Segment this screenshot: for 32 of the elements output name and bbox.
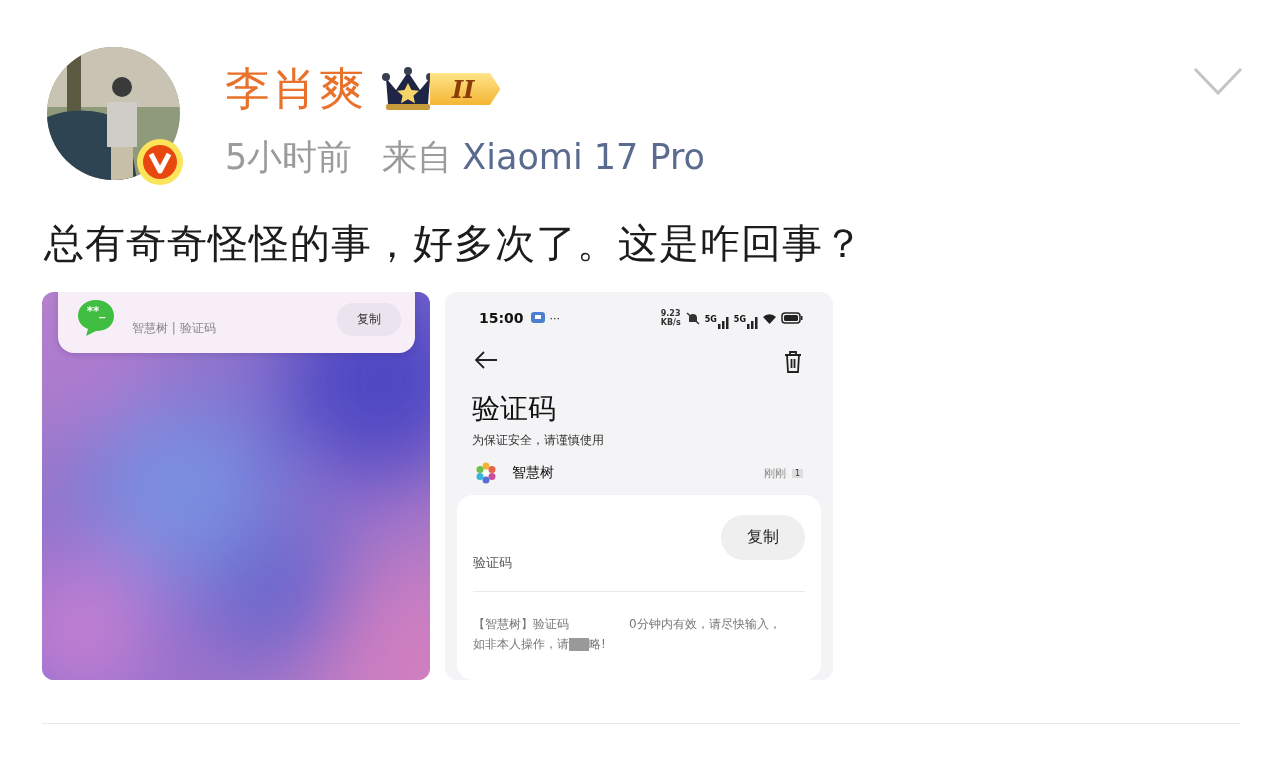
notification-sender: 智慧树 | 验证码 [132,320,217,337]
code-label: 验证码 [473,554,512,572]
signal-icon [716,317,730,329]
copy-button[interactable]: 复制 [721,514,805,560]
sender-name: 智慧树 [512,464,554,482]
message-time: 刚刚 [763,465,786,481]
mute-icon [684,311,701,325]
network-type: 5G [704,315,717,324]
sender-logo [474,461,498,485]
more-indicator: ··· [549,311,561,325]
message-icon: **_ [76,297,116,338]
copy-button[interactable]: 复制 [337,303,401,336]
battery-icon [781,312,803,324]
post-text: 总有奇奇怪怪的事，好多次了。这是咋回事？ [44,219,865,268]
unread-count: 1 [791,468,803,478]
screen-subtitle: 为保证安全，请谨慎使用 [472,432,605,449]
signal-icon [746,317,759,329]
back-icon[interactable] [473,350,499,370]
trash-icon[interactable] [783,350,803,374]
source-label: 来自 [382,136,453,179]
member-badge[interactable]: II [382,64,501,114]
notification-card[interactable]: **_ 智慧树 | 验证码 复制 [58,292,415,353]
chat-icon [529,311,546,325]
device-name[interactable]: Xiaomi 17 Pro [462,137,705,177]
network-speed: 9.23 KB/s [660,309,681,327]
status-time: 15:00 [479,310,524,326]
wifi-icon [762,312,777,324]
post-time: 5小时前 [225,136,353,179]
verified-icon [135,137,185,187]
network-type: 5G [733,315,746,324]
screen-title: 验证码 [472,391,557,427]
message-text: 【智慧树】验证码 0分钟内有效，请尽快输入， 如非本人操作，请 略! [473,616,782,653]
